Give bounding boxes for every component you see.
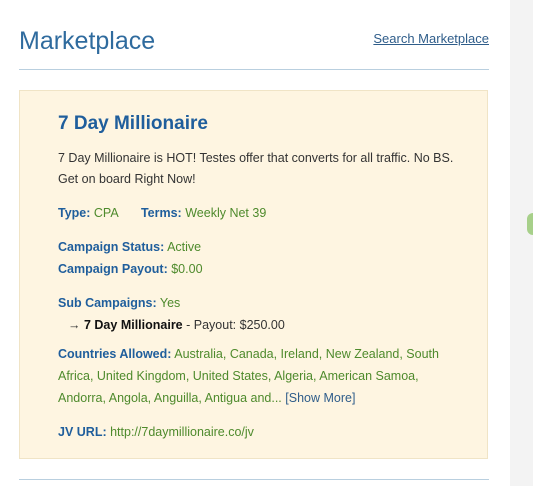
- campaign-payout-value: $0.00: [171, 262, 203, 276]
- sub-campaign-payout: - Payout: $250.00: [186, 318, 285, 332]
- jv-url-label: JV URL:: [58, 425, 107, 439]
- page-header: Marketplace Search Marketplace: [19, 26, 489, 56]
- type-value: CPA: [93, 206, 118, 220]
- sub-campaigns-value: Yes: [159, 296, 181, 310]
- type-terms-row: Type: CPA Terms: Weekly Net 39: [58, 203, 266, 224]
- marketplace-page: Marketplace Search Marketplace 7 Day Mil…: [0, 0, 510, 486]
- page-title: Marketplace: [19, 27, 156, 55]
- type-label: Type:: [58, 206, 91, 220]
- arrow-right-icon: →: [68, 318, 81, 332]
- footer-divider: [19, 479, 489, 480]
- terms-value: Weekly Net 39: [185, 206, 267, 220]
- campaign-payout-label: Campaign Payout:: [58, 262, 168, 276]
- offer-description: 7 Day Millionaire is HOT! Testes offer t…: [58, 151, 454, 186]
- show-more-link[interactable]: [Show More]: [285, 391, 355, 405]
- sub-campaigns-label: Sub Campaigns:: [58, 296, 157, 310]
- terms-label: Terms:: [140, 206, 182, 220]
- sub-campaigns-row: Sub Campaigns: Yes: [58, 293, 180, 314]
- jv-url-value[interactable]: http://7daymillionaire.co/jv: [110, 425, 254, 439]
- offer-card: 7 Day Millionaire 7 Day Millionaire is H…: [19, 90, 488, 459]
- side-tab-icon: [527, 213, 533, 235]
- header-divider: [19, 69, 489, 70]
- campaign-payout-row: Campaign Payout: $0.00: [58, 259, 203, 280]
- search-marketplace-link[interactable]: Search Marketplace: [373, 31, 489, 46]
- jv-url-row: JV URL: http://7daymillionaire.co/jv: [58, 422, 254, 443]
- campaign-status-label: Campaign Status:: [58, 240, 165, 254]
- sub-campaign-item: → 7 Day Millionaire - Payout: $250.00: [68, 315, 285, 336]
- campaign-status-row: Campaign Status: Active: [58, 237, 201, 258]
- offer-title[interactable]: 7 Day Millionaire: [58, 113, 208, 135]
- countries-label: Countries Allowed:: [58, 347, 172, 361]
- sub-campaign-name: 7 Day Millionaire: [83, 318, 183, 332]
- campaign-status-value: Active: [167, 240, 202, 254]
- countries-allowed: Countries Allowed: Australia, Canada, Ir…: [58, 343, 453, 409]
